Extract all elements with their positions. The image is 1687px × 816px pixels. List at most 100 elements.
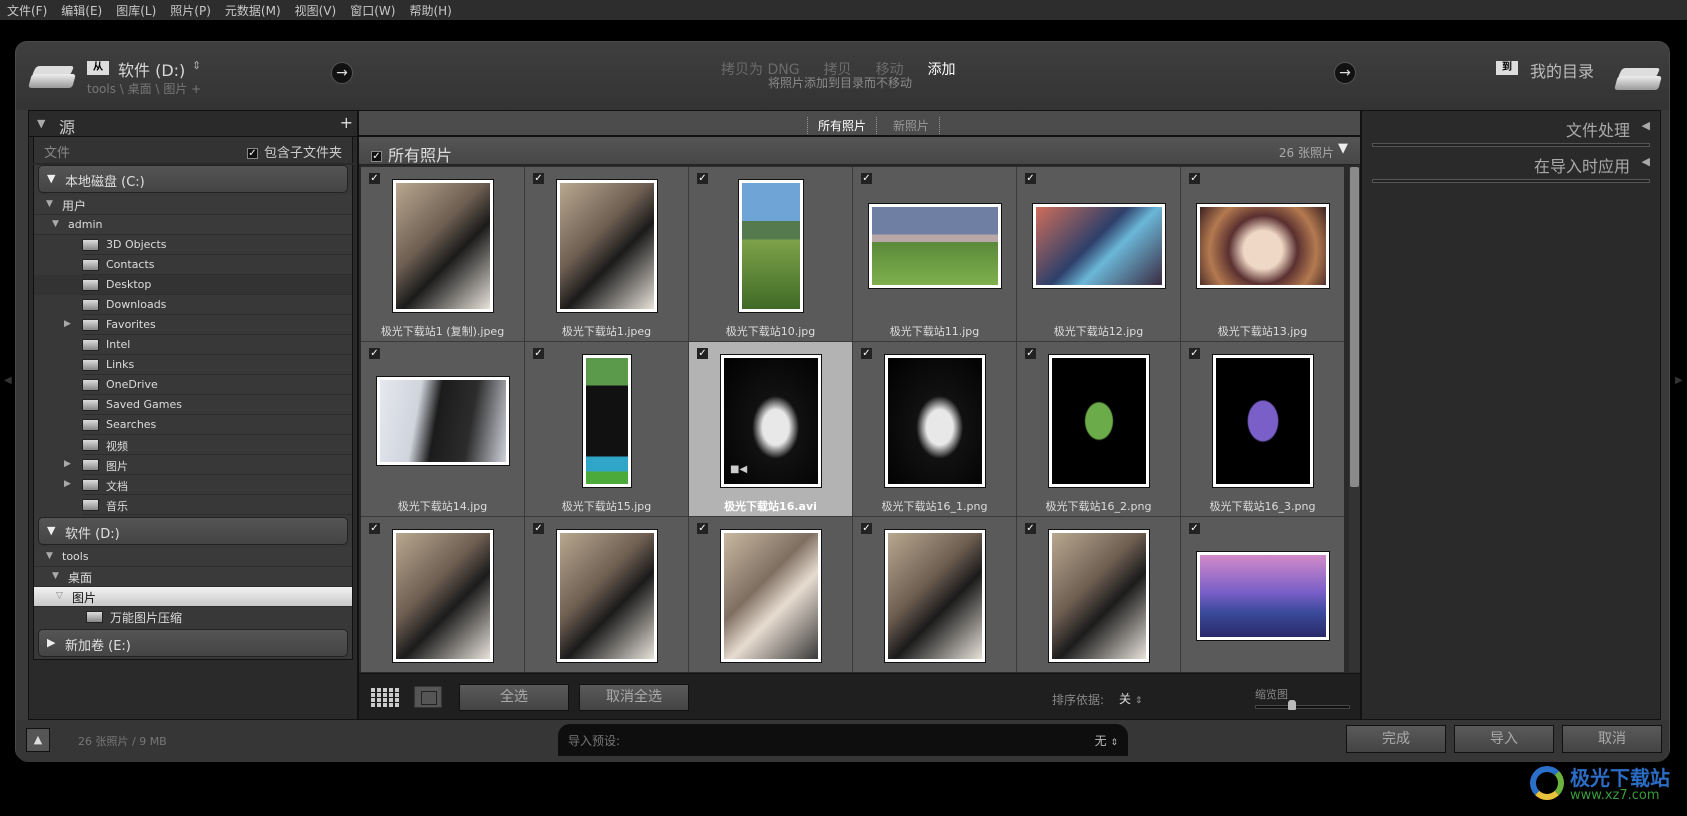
photo-cell[interactable]: ✓ 极光下载站10.jpg	[689, 167, 852, 341]
menu-library[interactable]: 图库(L)	[109, 0, 163, 20]
loupe-view-icon[interactable]	[414, 686, 442, 708]
photo-checkbox[interactable]: ✓	[533, 523, 544, 534]
include-subfolders-checkbox[interactable]: ✓ 包含子文件夹	[246, 142, 342, 161]
photo-cell[interactable]: ✓ 极光下载站16_3.png	[1181, 342, 1344, 516]
expand-up-button[interactable]: ▲	[26, 728, 50, 752]
photo-checkbox[interactable]: ✓	[697, 173, 708, 184]
tab-all-photos[interactable]: 所有照片	[807, 117, 878, 134]
photo-thumbnail[interactable]	[1049, 530, 1149, 662]
photo-checkbox[interactable]: ✓	[697, 523, 708, 534]
left-panel-toggle-icon[interactable]: ◀	[4, 375, 12, 386]
thumbnail-size-slider[interactable]	[1255, 700, 1350, 710]
tree-folder-item[interactable]: Downloads	[34, 295, 352, 315]
photo-cell[interactable]: ✓	[1181, 517, 1344, 672]
photo-checkbox[interactable]: ✓	[861, 348, 872, 359]
photo-checkbox[interactable]: ✓	[1189, 523, 1200, 534]
chevron-down-icon[interactable]: ▼	[1338, 141, 1348, 156]
photo-checkbox[interactable]: ✓	[1189, 348, 1200, 359]
tree-item-desktop[interactable]: ▼ 桌面	[34, 567, 352, 587]
tree-folder-item[interactable]: ▶ Favorites	[34, 315, 352, 335]
tab-new-photos[interactable]: 新照片	[883, 117, 941, 134]
volume-e[interactable]: ▶ 新加卷 (E:)	[38, 629, 348, 657]
preset-value[interactable]: 无 ⇕	[1095, 732, 1118, 749]
photo-cell[interactable]: ✓	[853, 517, 1016, 672]
done-button[interactable]: 完成	[1346, 725, 1446, 753]
grid-title[interactable]: ✓ 所有照片	[371, 142, 452, 166]
photo-thumbnail[interactable]	[1049, 355, 1149, 487]
tree-folder-item[interactable]: 3D Objects	[34, 235, 352, 255]
add-source-icon[interactable]: +	[340, 113, 353, 132]
photo-checkbox[interactable]: ✓	[369, 523, 380, 534]
sort-select[interactable]: 关 ⇕	[1119, 690, 1142, 707]
photo-thumbnail[interactable]	[377, 377, 509, 465]
photo-checkbox[interactable]: ✓	[1025, 523, 1036, 534]
photo-thumbnail[interactable]	[1033, 204, 1165, 288]
photo-cell[interactable]: ✓ 极光下载站16_1.png	[853, 342, 1016, 516]
tree-folder-item[interactable]: Searches	[34, 415, 352, 435]
slider-knob[interactable]	[1287, 700, 1296, 710]
photo-checkbox[interactable]: ✓	[861, 523, 872, 534]
photo-cell[interactable]: ✓ 极光下载站1.jpeg	[525, 167, 688, 341]
source-panel-header[interactable]: ▼ 源 +	[29, 111, 357, 137]
section-file-handling[interactable]: 文件处理 ◀	[1362, 111, 1660, 143]
tree-folder-item[interactable]: Intel	[34, 335, 352, 355]
volume-d[interactable]: ▼ 软件 (D:)	[38, 517, 348, 545]
photo-thumbnail[interactable]	[583, 355, 631, 487]
photo-checkbox[interactable]: ✓	[369, 173, 380, 184]
grid-view-icon[interactable]	[371, 688, 399, 708]
tree-folder-item[interactable]: 视频	[34, 435, 352, 455]
photo-cell[interactable]: ✓ 极光下载站15.jpg	[525, 342, 688, 516]
expand-triangle-icon[interactable]: ▶	[64, 479, 71, 489]
photo-thumbnail[interactable]	[1213, 355, 1313, 487]
photo-thumbnail[interactable]	[393, 180, 493, 312]
menu-photo[interactable]: 照片(P)	[163, 0, 218, 20]
destination-name[interactable]: 我的目录	[1530, 58, 1594, 82]
photo-thumbnail[interactable]	[1197, 552, 1329, 640]
tree-item-tools[interactable]: ▼ tools	[34, 547, 352, 567]
expand-triangle-icon[interactable]: ▶	[64, 459, 71, 469]
menu-help[interactable]: 帮助(H)	[402, 0, 458, 20]
photo-thumbnail[interactable]	[557, 530, 657, 662]
photo-thumbnail[interactable]	[885, 355, 985, 487]
menu-metadata[interactable]: 元数据(M)	[218, 0, 288, 20]
photo-cell[interactable]: ✓ 极光下载站11.jpg	[853, 167, 1016, 341]
photo-cell[interactable]: ✓ 极光下载站14.jpg	[361, 342, 524, 516]
tree-folder-item[interactable]: ▶ 图片	[34, 455, 352, 475]
photo-cell[interactable]: ✓	[1017, 517, 1180, 672]
photo-cell[interactable]: ✓	[689, 517, 852, 672]
photo-cell[interactable]: ✓ 极光下载站1 (复制).jpeg	[361, 167, 524, 341]
photo-thumbnail[interactable]	[393, 530, 493, 662]
photo-checkbox[interactable]: ✓	[1025, 173, 1036, 184]
expand-triangle-icon[interactable]: ▶	[64, 319, 71, 329]
cancel-button[interactable]: 取消	[1562, 725, 1662, 753]
section-apply-during-import[interactable]: 在导入时应用 ◀	[1362, 147, 1660, 179]
tree-folder-item[interactable]: 音乐	[34, 495, 352, 515]
photo-checkbox[interactable]: ✓	[697, 348, 708, 359]
photo-checkbox[interactable]: ✓	[1189, 173, 1200, 184]
photo-cell[interactable]: ✓	[525, 517, 688, 672]
source-dropdown-icon[interactable]: ⇕	[192, 59, 201, 72]
source-name[interactable]: 软件 (D:)	[118, 57, 185, 81]
tree-item-admin[interactable]: ▼ admin	[34, 215, 352, 235]
tree-folder-item[interactable]: Links	[34, 355, 352, 375]
photo-thumbnail[interactable]	[721, 530, 821, 662]
tree-folder-item[interactable]: OneDrive	[34, 375, 352, 395]
tree-folder-item[interactable]: Desktop	[34, 275, 352, 295]
menu-view[interactable]: 视图(V)	[288, 0, 344, 20]
tree-folder-item[interactable]: ▶ 文档	[34, 475, 352, 495]
grid-scrollbar[interactable]	[1349, 167, 1360, 672]
menu-file[interactable]: 文件(F)	[0, 0, 54, 20]
tree-folder-item[interactable]: Saved Games	[34, 395, 352, 415]
import-preset[interactable]: 导入预设: 无 ⇕	[558, 724, 1128, 756]
scrollbar-thumb[interactable]	[1350, 167, 1359, 487]
tree-item-compress[interactable]: 万能图片压缩	[34, 607, 352, 627]
photo-cell[interactable]: ✓ ■◀ 极光下载站16.avi	[689, 342, 852, 516]
photo-cell[interactable]: ✓ 极光下载站16_2.png	[1017, 342, 1180, 516]
photo-thumbnail[interactable]: ■◀	[721, 355, 821, 487]
photo-thumbnail[interactable]	[869, 204, 1001, 288]
right-panel-toggle-icon[interactable]: ▶	[1675, 375, 1683, 386]
photo-thumbnail[interactable]	[1197, 204, 1329, 288]
photo-checkbox[interactable]: ✓	[533, 173, 544, 184]
photo-thumbnail[interactable]	[885, 530, 985, 662]
photo-checkbox[interactable]: ✓	[1025, 348, 1036, 359]
